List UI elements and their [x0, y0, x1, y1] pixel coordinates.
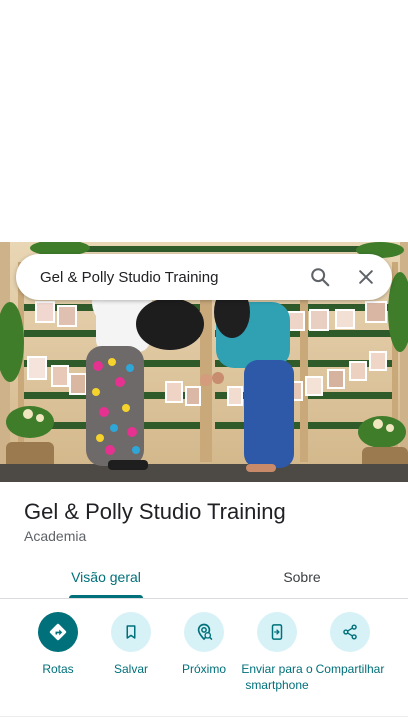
share-button-circle: [330, 612, 370, 652]
search-input[interactable]: Gel & Polly Studio Training: [40, 269, 300, 286]
directions-icon: [49, 623, 67, 641]
divider: [0, 716, 408, 717]
close-icon: [359, 270, 373, 284]
send-to-phone-label: Enviar para o smartphone: [241, 662, 313, 692]
search-button[interactable]: [300, 257, 340, 297]
tab-about[interactable]: Sobre: [252, 556, 352, 598]
directions-button[interactable]: Rotas: [18, 612, 98, 677]
send-to-phone-icon: [271, 624, 283, 640]
place-category[interactable]: Academia: [24, 528, 86, 544]
tab-overview[interactable]: Visão geral: [56, 556, 156, 598]
save-button[interactable]: Salvar: [91, 612, 171, 677]
active-tab-indicator: [69, 595, 143, 598]
nearby-button[interactable]: Próximo: [164, 612, 244, 677]
search-icon: [311, 268, 330, 287]
save-button-circle: [111, 612, 151, 652]
nearby-button-circle: [184, 612, 224, 652]
place-title: Gel & Polly Studio Training: [24, 499, 286, 524]
nearby-icon: [197, 623, 213, 641]
close-button[interactable]: [346, 257, 386, 297]
send-to-phone-button[interactable]: Enviar para o smartphone: [237, 612, 317, 693]
search-bar[interactable]: Gel & Polly Studio Training: [16, 254, 392, 300]
share-icon: [343, 624, 357, 640]
directions-button-circle: [38, 612, 78, 652]
share-label: Compartilhar: [315, 662, 385, 676]
action-buttons-row: Rotas Salvar Próximo Enviar para o smart…: [0, 612, 408, 712]
send-to-phone-button-circle: [257, 612, 297, 652]
directions-label: Rotas: [42, 662, 74, 676]
tab-bar: Visão geral Sobre: [0, 556, 408, 599]
save-label: Salvar: [113, 662, 148, 676]
bookmark-icon: [126, 625, 136, 639]
nearby-label: Próximo: [181, 662, 226, 676]
place-details-page: Gel & Polly Studio Training Gel & Polly …: [0, 0, 408, 724]
share-button[interactable]: Compartilhar: [310, 612, 390, 677]
